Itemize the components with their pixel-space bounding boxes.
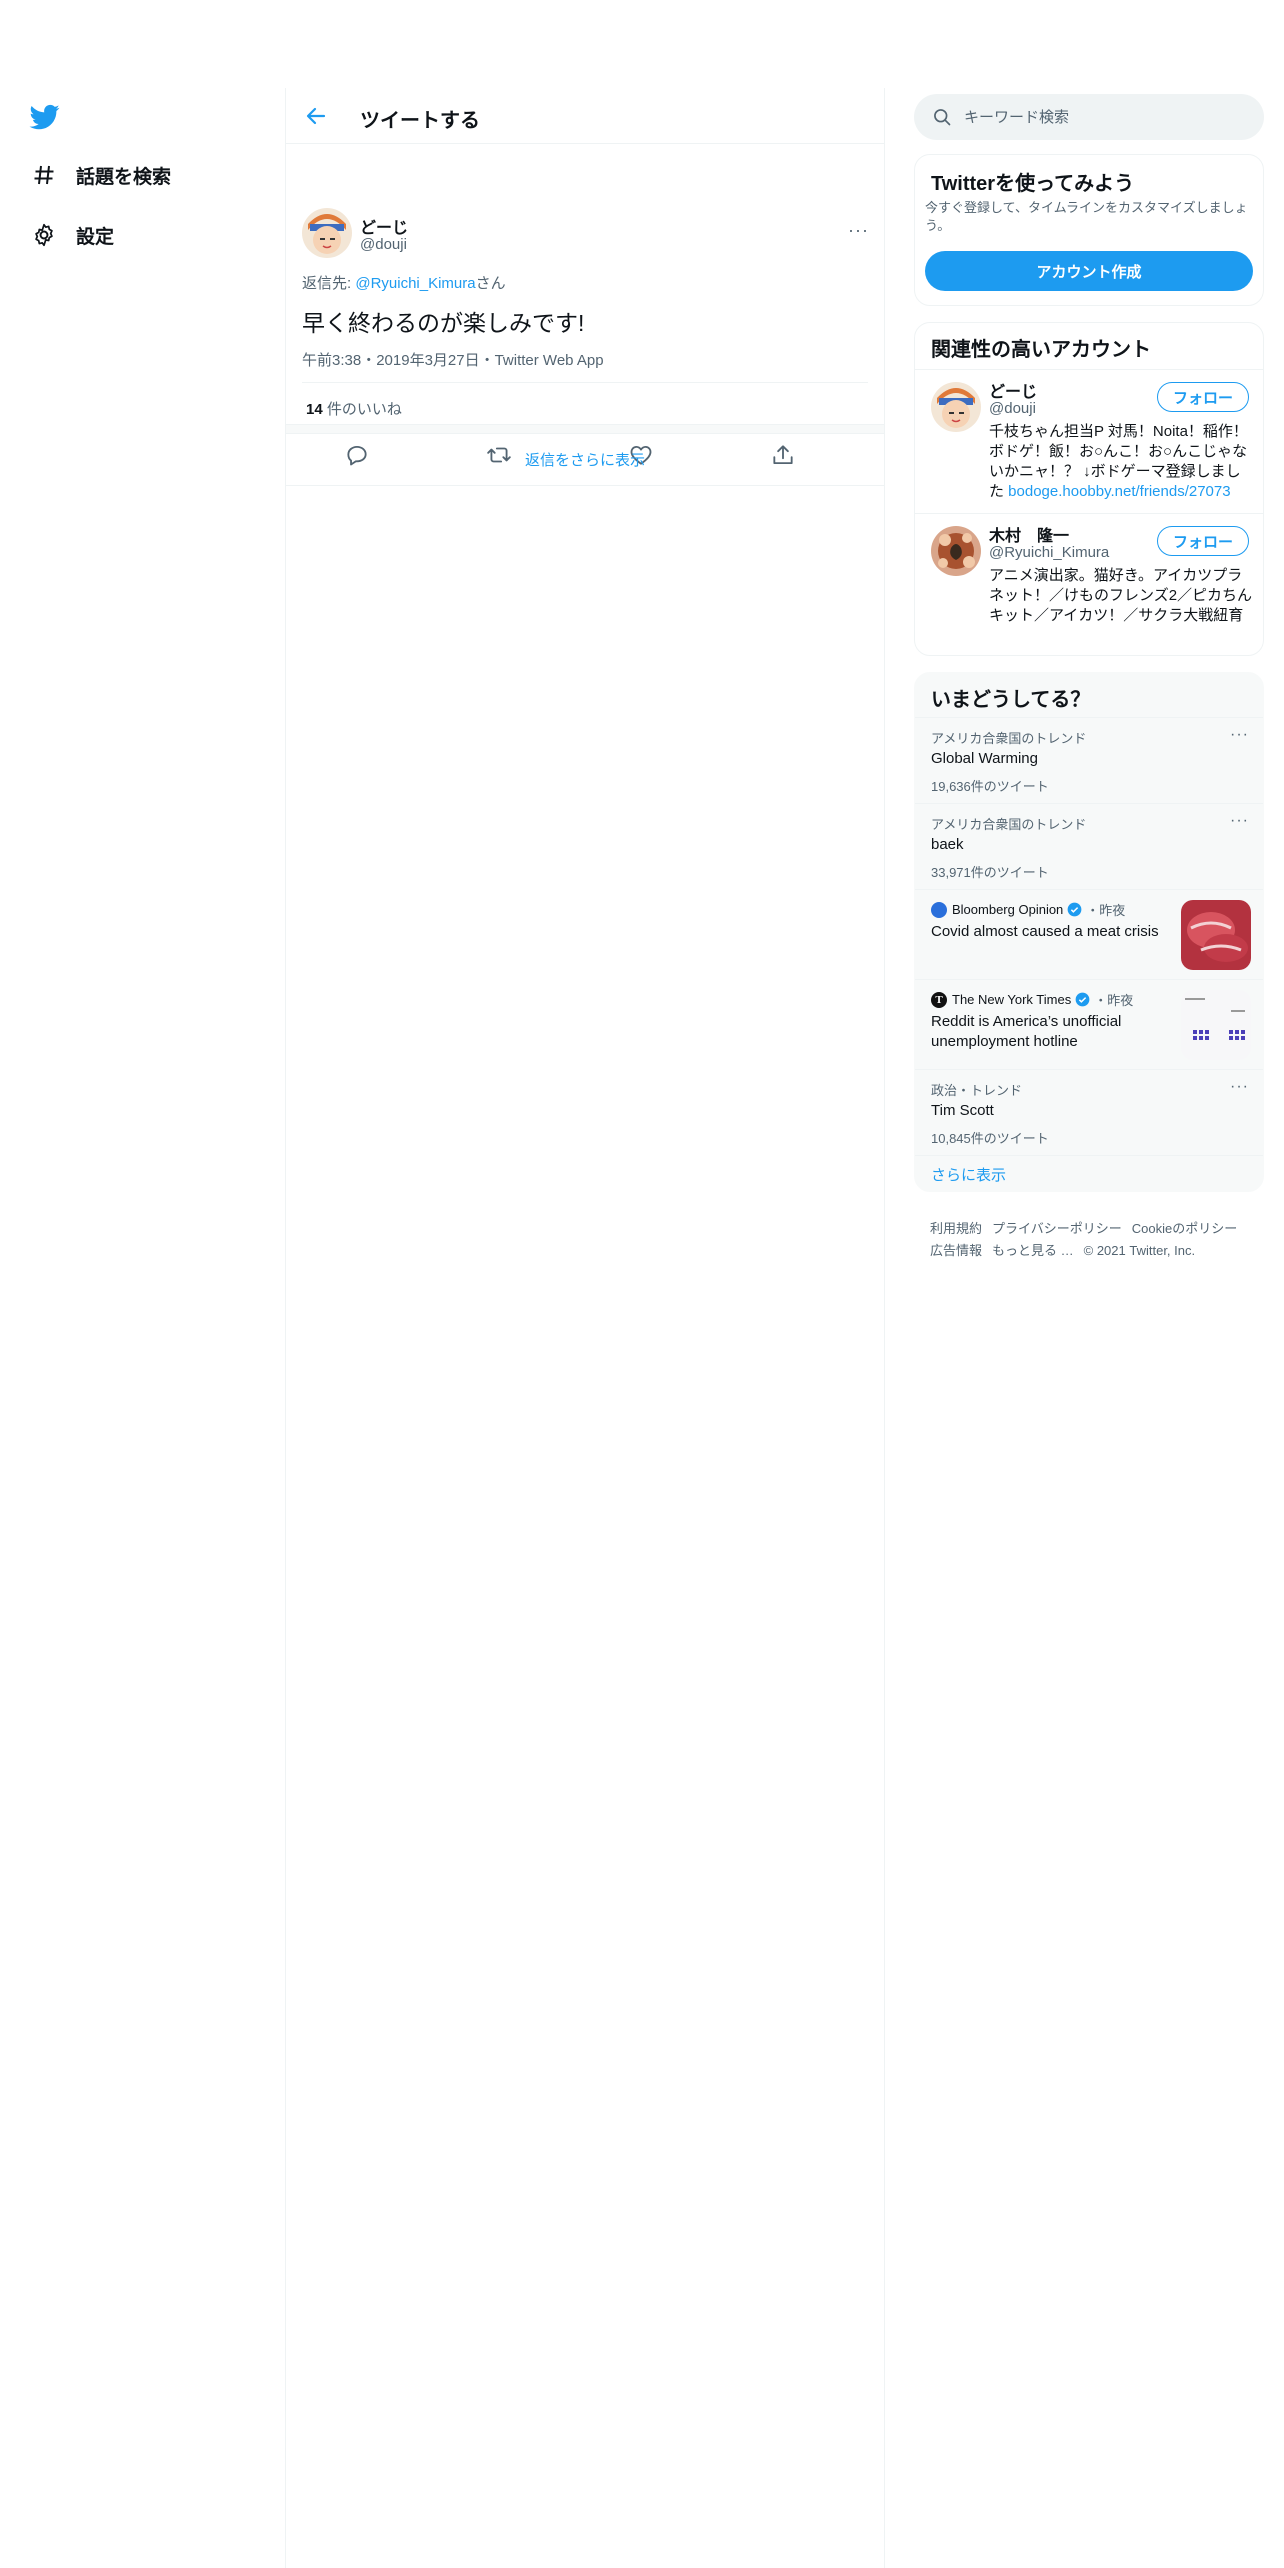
- news-source-name: Bloomberg Opinion: [952, 902, 1064, 917]
- account-handle[interactable]: @douji: [989, 400, 1036, 417]
- likes-number: 14: [306, 401, 323, 418]
- trend-name: Global Warming: [931, 750, 1038, 767]
- trend-context: アメリカ合衆国のトレンド: [931, 731, 1087, 746]
- divider: [302, 382, 868, 383]
- news-item[interactable]: Bloomberg Opinion ・昨夜 Covid almost cause…: [915, 889, 1263, 979]
- reply-to-link[interactable]: @Ryuichi_Kimura: [355, 275, 475, 292]
- search-icon: [934, 109, 951, 126]
- nav-explore-label: 話題を検索: [76, 166, 172, 188]
- follow-button[interactable]: フォロー: [1157, 382, 1249, 412]
- verified-badge-icon: [1075, 992, 1090, 1007]
- tweet-author-handle[interactable]: @douji: [360, 236, 407, 253]
- nav-item-settings[interactable]: 設定: [30, 215, 114, 255]
- trend-item[interactable]: 政治・トレンド Tim Scott 10,845件のツイート ···: [915, 1069, 1263, 1155]
- account-item[interactable]: 木村 隆一 @Ryuichi_Kimura フォロー アニメ演出家。猫好き。アイ…: [915, 513, 1263, 655]
- trend-item[interactable]: アメリカ合衆国のトレンド Global Warming 19,636件のツイート…: [915, 717, 1263, 803]
- news-item[interactable]: T The New York Times ・昨夜 Reddit is Ameri…: [915, 979, 1263, 1069]
- news-source-name: The New York Times: [952, 992, 1072, 1007]
- account-item[interactable]: どーじ @douji フォロー 千枝ちゃん担当P 対馬！Noita！稲作！ボドゲ…: [915, 369, 1263, 513]
- news-thumbnail: [1181, 990, 1251, 1060]
- nyt-logo-icon: T: [931, 991, 947, 1008]
- signup-card: Twitterを使ってみよう 今すぐ登録して、タイムラインをカスタマイズしましょ…: [914, 154, 1264, 306]
- footer-link[interactable]: 利用規約: [930, 1221, 982, 1236]
- avatar[interactable]: [931, 526, 981, 576]
- trends-title: いまどうしてる？: [931, 689, 1091, 711]
- more-options-icon[interactable]: ···: [1230, 726, 1249, 744]
- news-source: T The New York Times ・昨夜: [931, 990, 1133, 1009]
- column-divider: [884, 88, 885, 2568]
- nav-item-explore[interactable]: 話題を検索: [30, 155, 171, 195]
- trend-count: 33,971件のツイート: [931, 865, 1049, 880]
- likes-count[interactable]: 14 件のいいね: [306, 398, 402, 419]
- verified-badge-icon: [1067, 902, 1082, 917]
- trend-name: Tim Scott: [931, 1102, 994, 1119]
- likes-label: 件のいいね: [322, 401, 402, 418]
- trend-item[interactable]: アメリカ合衆国のトレンド baek 33,971件のツイート ···: [915, 803, 1263, 889]
- account-name[interactable]: どーじ: [989, 378, 1037, 402]
- main-column: ツイートする どーじ @douji ··· 返信先: @Ryuichi_Kimu…: [286, 88, 884, 486]
- trend-count: 10,845件のツイート: [931, 1131, 1049, 1146]
- show-more-link[interactable]: さらに表示: [931, 1164, 1006, 1185]
- reply-prefix: 返信先:: [302, 275, 356, 292]
- search-input[interactable]: [964, 94, 1244, 140]
- trend-context: アメリカ合衆国のトレンド: [931, 817, 1087, 832]
- copyright: © 2021 Twitter, Inc.: [1083, 1243, 1196, 1258]
- signup-title: Twitterを使ってみよう: [931, 173, 1135, 195]
- reply-to-line: 返信先: @Ryuichi_Kimuraさん: [302, 272, 506, 293]
- more-options-icon[interactable]: ···: [1230, 1078, 1249, 1096]
- search-box[interactable]: [914, 94, 1264, 140]
- tweet-timestamp[interactable]: 午前3:38・2019年3月27日・Twitter Web App: [302, 349, 604, 370]
- avatar[interactable]: [931, 382, 981, 432]
- more-options-icon[interactable]: ···: [848, 220, 869, 241]
- footer-link[interactable]: 広告情報: [930, 1243, 982, 1258]
- news-time: ・昨夜: [1086, 903, 1126, 918]
- trend-count: 19,636件のツイート: [931, 779, 1049, 794]
- news-title: Reddit is America’s unofficial unemploym…: [931, 1013, 1122, 1050]
- related-accounts-card: 関連性の高いアカウント どーじ @douji フォロー 千枝ちゃん担当P 対馬！…: [914, 322, 1264, 656]
- gear-icon: [30, 221, 58, 249]
- footer-link[interactable]: プライバシーポリシー: [992, 1221, 1122, 1236]
- twitter-logo-icon[interactable]: [28, 102, 62, 132]
- avatar[interactable]: [302, 208, 352, 258]
- trend-context: 政治・トレンド: [931, 1083, 1023, 1098]
- news-source: Bloomberg Opinion ・昨夜: [931, 900, 1125, 919]
- bloomberg-logo-icon: [931, 901, 947, 918]
- section-separator: [286, 424, 884, 434]
- back-arrow-icon[interactable]: [304, 104, 328, 128]
- trend-name: baek: [931, 836, 964, 853]
- trends-show-more[interactable]: さらに表示: [915, 1155, 1263, 1191]
- footer-link[interactable]: もっと見る …: [992, 1243, 1074, 1258]
- reply-suffix: さん: [475, 275, 506, 292]
- create-account-button[interactable]: アカウント作成: [925, 251, 1253, 291]
- hashtag-icon: [30, 161, 58, 189]
- footer-links: 利用規約 プライバシーポリシー Cookieのポリシー 広告情報 もっと見る … © 2…: [930, 1218, 1260, 1262]
- page: 話題を検索 設定 ツイートする どーじ @douji ··· 返信先: @Ryu…: [0, 0, 1284, 2568]
- follow-button[interactable]: フォロー: [1157, 526, 1249, 556]
- related-title: 関連性の高いアカウント: [931, 339, 1151, 361]
- account-bio: 千枝ちゃん担当P 対馬！Noita！稲作！ボドゲ！飯！お○んこ！お○んこじゃない…: [989, 422, 1253, 502]
- account-name[interactable]: 木村 隆一: [989, 522, 1069, 546]
- footer-link[interactable]: Cookieのポリシー: [1132, 1221, 1237, 1236]
- more-options-icon[interactable]: ···: [1230, 812, 1249, 830]
- news-title: Covid almost caused a meat crisis: [931, 923, 1159, 940]
- news-thumbnail: [1181, 900, 1251, 970]
- page-title: ツイートする: [360, 110, 480, 132]
- news-time: ・昨夜: [1094, 993, 1134, 1008]
- show-more-replies-button[interactable]: 返信をさらに表示: [286, 434, 884, 486]
- account-bio-link[interactable]: bodoge.hoobby.net/friends/27073: [1008, 483, 1230, 500]
- tweet-text: 早く終わるのが楽しみです!: [302, 310, 585, 336]
- page-header: ツイートする: [286, 88, 884, 144]
- nav-settings-label: 設定: [76, 226, 115, 248]
- account-handle[interactable]: @Ryuichi_Kimura: [989, 544, 1109, 561]
- signup-description: 今すぐ登録して、タイムラインをカスタマイズしましょう。: [925, 200, 1248, 233]
- tweet-author-name[interactable]: どーじ: [360, 214, 408, 238]
- account-bio: アニメ演出家。猫好き。アイカツプラネット！／けものフレンズ2／ピカちんキット／ア…: [989, 567, 1253, 624]
- trends-card: いまどうしてる？ アメリカ合衆国のトレンド Global Warming 19,…: [914, 672, 1264, 1192]
